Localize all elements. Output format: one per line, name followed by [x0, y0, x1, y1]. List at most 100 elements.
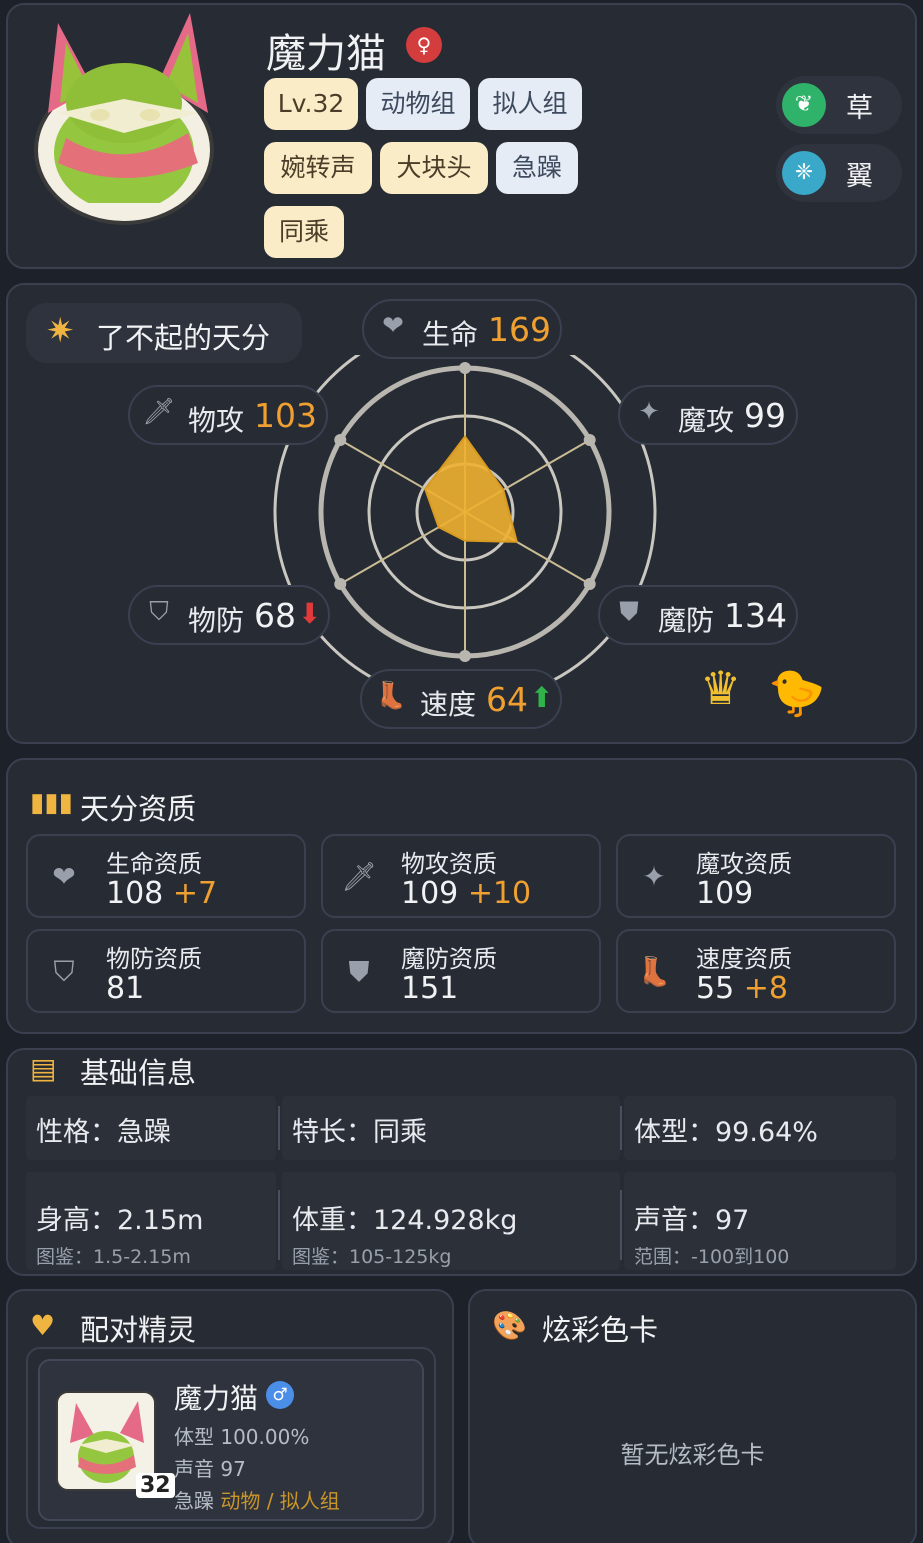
info-value: 特长：同乘	[292, 1117, 427, 1148]
element-grass[interactable]: ❦ 草	[776, 76, 902, 134]
stat-label: 物攻	[188, 404, 245, 437]
radar-axis-dot	[459, 362, 471, 374]
stat-value: 64	[486, 680, 528, 719]
aptitude-value: 109 +10	[401, 876, 532, 911]
document-icon: ▤	[30, 1052, 57, 1085]
aptitude-card: ✦ 魔攻资质 109	[616, 834, 896, 918]
male-symbol-icon: ♂	[266, 1381, 294, 1409]
pair-card[interactable]: 32 魔力猫 ♂ 体型 100.00% 声音 97 急躁 动物 / 拟人组	[26, 1347, 436, 1529]
stat-hp: ❤ 生命 169	[362, 299, 562, 359]
element-label: 翼	[846, 161, 873, 192]
sparkle-icon: ✷	[46, 311, 75, 351]
aptitude-label: 速度资质	[696, 945, 792, 973]
boot-icon: 👢	[374, 681, 408, 711]
section-title: 基础信息	[80, 1056, 197, 1090]
aptitude-label: 魔攻资质	[696, 850, 792, 878]
section-title: 配对精灵	[80, 1313, 197, 1347]
basic-info-panel: ▤ 基础信息 性格：急躁 特长：同乘 体型：99.64% 身高：2.15m 图鉴…	[6, 1048, 917, 1276]
aptitude-label: 魔防资质	[401, 945, 497, 973]
color-card-panel: 🎨 炫彩色卡 暂无炫彩色卡	[468, 1289, 917, 1543]
info-value: 体型：99.64%	[634, 1117, 818, 1148]
stat-label: 速度	[420, 688, 477, 721]
pet-name: 魔力猫	[266, 31, 386, 77]
aptitude-card: ❤ 生命资质 108 +7	[26, 834, 306, 918]
stat-value: 103	[254, 396, 317, 435]
trait-tag[interactable]: 同乘	[264, 206, 344, 258]
stat-mdef: ⛊ 魔防 134	[598, 585, 798, 645]
stat-atk: 🗡 物攻 103	[128, 385, 328, 445]
stat-label: 魔防	[658, 604, 715, 637]
pair-name: 魔力猫	[174, 1382, 259, 1415]
stat-def: ⛉ 物防 68 ⬇	[128, 585, 330, 645]
info-range: 范围：-100到100	[634, 1246, 790, 1268]
info-voice: 声音：97 范围：-100到100	[624, 1172, 896, 1270]
info-body-type: 体型：99.64%	[624, 1096, 896, 1160]
radar-axis-dot	[459, 650, 471, 662]
trait-tag[interactable]: 大块头	[380, 142, 488, 194]
stat-value: 134	[724, 596, 787, 635]
shield-icon: ⛉	[53, 955, 75, 988]
sword-icon: 🗡	[142, 397, 176, 427]
divider	[620, 1106, 622, 1150]
stat-value: 68	[254, 596, 296, 635]
stat-label: 生命	[422, 318, 479, 351]
aptitude-value: 55 +8	[696, 971, 788, 1006]
magic-shield-icon: ⛊	[619, 597, 639, 627]
talent-label: 了不起的天分	[96, 321, 271, 355]
trait-tag[interactable]: 急躁	[496, 142, 578, 194]
empty-state-text: 暂无炫彩色卡	[620, 1441, 765, 1469]
stat-matk: ✦ 魔攻 99	[618, 385, 798, 445]
info-specialty: 特长：同乘	[282, 1096, 620, 1160]
stat-label: 魔攻	[678, 404, 735, 437]
radar-stat-shape	[424, 434, 519, 543]
aptitude-card: ⛉ 物防资质 81	[26, 929, 306, 1013]
partner-pet-icon[interactable]: ♛	[700, 661, 741, 715]
arrow-down-icon: ⬇	[298, 597, 322, 630]
info-range: 图鉴：1.5-2.15m	[36, 1246, 191, 1268]
pair-voice: 声音 97	[174, 1457, 246, 1481]
element-label: 草	[846, 93, 873, 124]
stat-value: 99	[744, 396, 786, 435]
magic-wand-icon: ✦	[638, 397, 660, 427]
boot-icon: 👢	[636, 955, 672, 988]
pair-level: 32	[136, 1473, 175, 1498]
magic-shield-icon: ⛊	[348, 955, 370, 988]
info-value: 身高：2.15m	[36, 1205, 204, 1236]
radar-axis-dot	[334, 434, 347, 446]
element-wing[interactable]: ❈ 翼	[776, 144, 902, 202]
info-height: 身高：2.15m 图鉴：1.5-2.15m	[26, 1172, 276, 1270]
shield-icon: ⛉	[149, 597, 169, 627]
info-value: 性格：急躁	[36, 1117, 171, 1148]
heart-icon: ♥	[30, 1309, 56, 1342]
female-symbol-icon: ♀	[406, 27, 442, 63]
pair-panel: ♥ 配对精灵 32 魔力猫 ♂ 体型 100.00% 声音 97 急躁 动物 /…	[6, 1289, 454, 1543]
bar-chart-icon: ▮▮▮	[30, 788, 73, 818]
trait-tag[interactable]: 婉转声	[264, 142, 372, 194]
aptitude-value: 109	[696, 876, 754, 911]
group-tag[interactable]: 拟人组	[478, 78, 582, 130]
aptitude-panel: ▮▮▮ 天分资质 ❤ 生命资质 108 +7 🗡 物攻资质 109 +10 ✦ …	[6, 758, 917, 1034]
stat-spd: 👢 速度 64 ⬆	[360, 669, 562, 729]
stat-value: 169	[488, 310, 551, 349]
stats-panel: ✷ 了不起的天分 ❤ 生命 169 🗡 物攻 103 ✦ 魔攻 99 ⛉ 物防 …	[6, 283, 917, 744]
talent-badge: ✷ 了不起的天分	[26, 303, 302, 363]
level-tag: Lv.32	[264, 78, 358, 130]
aptitude-label: 物防资质	[106, 945, 202, 973]
aptitude-label: 物攻资质	[401, 850, 497, 878]
pet-avatar[interactable]	[34, 13, 214, 225]
radar-axis-dot	[583, 578, 596, 590]
info-weight: 体重：124.928kg 图鉴：105-125kg	[282, 1172, 620, 1270]
aptitude-card: ⛊ 魔防资质 151	[321, 929, 601, 1013]
aptitude-label: 生命资质	[106, 850, 202, 878]
group-tag[interactable]: 动物组	[366, 78, 470, 130]
palette-icon: 🎨	[492, 1309, 527, 1342]
magic-wand-icon: ✦	[642, 860, 666, 893]
pet-header-panel: 魔力猫 ♀ Lv.32 动物组 拟人组 婉转声 大块头 急躁 同乘 ❦ 草 ❈ …	[6, 3, 917, 269]
duck-pet-icon[interactable]: 🐤	[768, 665, 825, 720]
divider	[278, 1190, 280, 1260]
aptitude-value: 81	[106, 971, 145, 1006]
wing-icon: ❈	[782, 151, 826, 195]
aptitude-value: 151	[401, 971, 459, 1006]
sword-icon: 🗡	[341, 860, 377, 893]
aptitude-card: 🗡 物攻资质 109 +10	[321, 834, 601, 918]
